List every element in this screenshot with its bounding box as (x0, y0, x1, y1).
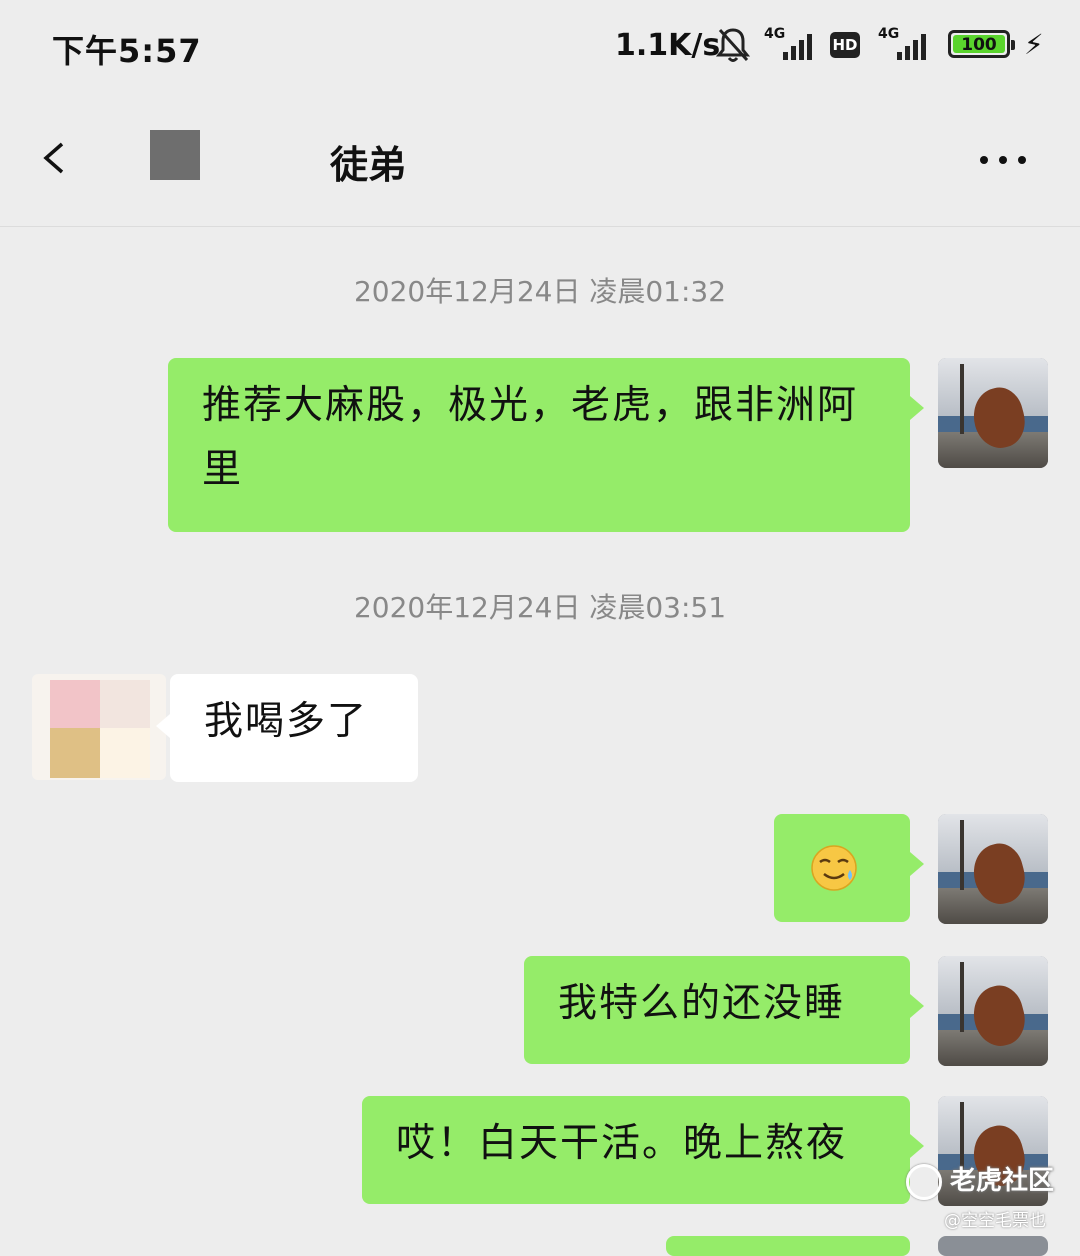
chat-title: 徒弟 (330, 143, 407, 187)
message-timestamp: 2020年12月24日 凌晨01:32 (353, 275, 727, 308)
tiger-logo-icon (906, 1163, 942, 1200)
message-text: 哎！白天干活。晚上熬夜 (396, 1121, 848, 1166)
signal-icon: 4G (878, 26, 926, 62)
message-text: 我喝多了 (204, 699, 369, 744)
message-timestamp: 2020年12月24日 凌晨03:51 (353, 591, 727, 624)
bell-muted-icon (716, 28, 750, 62)
my-avatar[interactable] (938, 358, 1048, 468)
sent-message-bubble-partial[interactable] (666, 1236, 910, 1256)
sent-message-bubble[interactable]: 我特么的还没睡 (524, 956, 924, 1064)
watermark-handle: @空空毛票也 (944, 1211, 1046, 1231)
hd-icon: HD (830, 32, 860, 58)
chevron-left-icon[interactable] (36, 138, 76, 178)
chat-header: 徒弟 (0, 92, 1080, 227)
signal-icon: 4G (764, 26, 812, 62)
sweat-smile-emoji-icon (811, 845, 857, 891)
received-message-bubble[interactable]: 我喝多了 (156, 674, 418, 782)
message-text: 推荐大麻股，极光，老虎，跟非洲阿里 (202, 383, 859, 492)
charging-icon: ⚡ (1024, 28, 1044, 61)
message-text: 我特么的还没睡 (558, 981, 846, 1026)
my-avatar[interactable] (938, 956, 1048, 1066)
status-time: 下午5:57 (52, 32, 202, 70)
more-icon[interactable] (974, 144, 1032, 174)
my-avatar[interactable] (938, 814, 1048, 924)
sent-message-bubble[interactable]: 哎！白天干活。晚上熬夜 (362, 1096, 924, 1204)
battery-icon: 100 (948, 30, 1015, 58)
sent-message-bubble[interactable]: 推荐大麻股，极光，老虎，跟非洲阿里 (168, 358, 924, 532)
network-speed: 1.1K/s (615, 28, 721, 63)
status-bar: 下午5:57 1.1K/s 4G HD 4G 100 ⚡ (0, 0, 1080, 90)
watermark-brand: 老虎社区 (950, 1166, 1055, 1196)
redacted-name-block (150, 130, 200, 180)
watermark: 老虎社区 (906, 1160, 1054, 1200)
contact-avatar[interactable] (32, 674, 166, 780)
battery-level: 100 (953, 35, 1005, 55)
my-avatar-partial[interactable] (938, 1236, 1048, 1256)
